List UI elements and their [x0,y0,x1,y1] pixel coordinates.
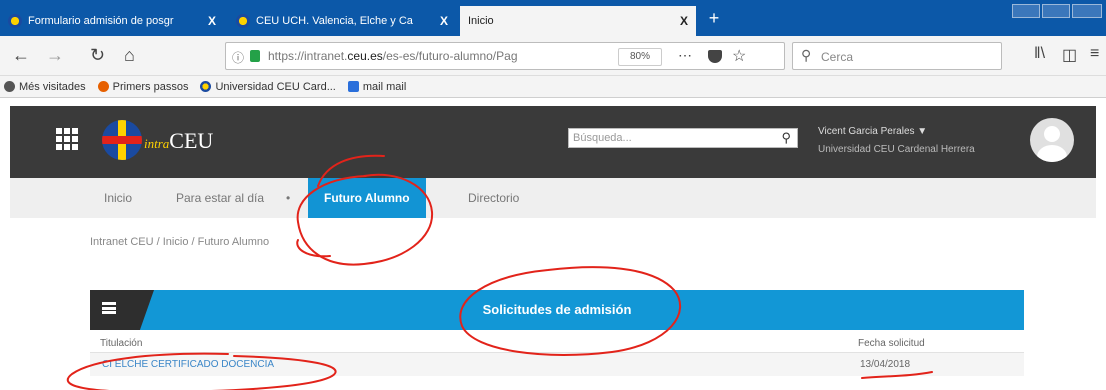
tab-close-button[interactable]: X [208,14,216,28]
reload-icon[interactable]: ↻ [90,46,105,64]
tab-label: Inicio [468,15,494,27]
avatar[interactable] [1030,118,1074,162]
url-prefix: https://intranet. [268,49,348,63]
nav-para-estar-al-dia[interactable]: Para estar al día [176,191,264,205]
table-row: CI ELCHE CERTIFICADO DOCENCIA 13/04/2018 [90,352,1024,376]
ceu-favicon-icon [236,14,250,28]
nav-dropdown-icon[interactable]: • [286,191,290,205]
panel-title: Solicitudes de admisión [482,302,632,317]
column-header-titulacion: Titulación [100,338,143,349]
apps-grid-icon[interactable] [56,128,78,150]
bookmark-label: Primers passos [112,80,189,93]
site-search-input[interactable]: Búsqueda... ⚲ [568,128,798,148]
tab-close-button[interactable]: X [680,14,688,28]
nav-futuro-alumno[interactable]: Futuro Alumno [308,178,426,218]
url-bar[interactable]: ⓘ https://intranet.ceu.es/es-es/futuro-a… [225,42,785,70]
tab-formulario[interactable]: Formulario admisión de posgr X [0,6,224,36]
new-tab-button[interactable]: + [703,8,725,30]
brand-prefix: intra [144,136,170,151]
bookmark-star-icon[interactable]: ☆ [732,46,746,66]
tab-label: CEU UCH. Valencia, Elche y Ca [256,15,413,27]
forward-icon[interactable]: → [46,46,64,64]
tab-inicio[interactable]: Inicio X [460,6,696,36]
site-header: intraCEU Búsqueda... ⚲ Vicent Garcia Per… [10,106,1096,178]
gear-icon [4,81,15,92]
close-window-button[interactable] [1072,4,1102,18]
search-icon: ⚲ [801,47,812,63]
url-domain: ceu.es [347,49,383,63]
user-menu[interactable]: Vicent Garcia Perales ▼ [818,126,927,137]
brand-name: CEU [169,128,214,153]
pocket-icon[interactable] [708,50,722,63]
bookmark-universidad-ceu[interactable]: Universidad CEU Card... [200,80,336,93]
browser-search-input[interactable]: ⚲ Cerca [792,42,1002,70]
home-icon[interactable]: ⌂ [124,46,135,64]
zoom-level[interactable]: 80% [618,48,662,66]
annotation-circle-breadcrumb [296,239,331,258]
minimize-window-button[interactable] [1012,4,1040,18]
bookmark-label: Universidad CEU Card... [215,80,336,93]
mail-icon [347,81,359,92]
browser-toolbar: ← → ↻ ⌂ ⓘ https://intranet.ceu.es/es-es/… [0,36,1106,76]
lock-icon [250,50,260,62]
fecha-solicitud-value: 13/04/2018 [860,359,911,370]
browser-tab-bar: Formulario admisión de posgr X CEU UCH. … [0,0,1106,36]
main-nav: Inicio Para estar al día • Futuro Alumno… [10,178,1096,218]
bookmark-mes-visitades[interactable]: Més visitades [4,81,86,93]
column-header-fecha: Fecha solicitud [858,338,925,349]
site-search-placeholder: Búsqueda... [573,132,632,144]
maximize-window-button[interactable] [1042,4,1070,18]
ceu-favicon-icon [8,14,22,28]
library-icon[interactable]: ‖\ [1034,45,1045,63]
url-text: https://intranet.ceu.es/es-es/futuro-alu… [268,49,518,63]
site-brand[interactable]: intraCEU [144,128,213,154]
user-organization: Universidad CEU Cardenal Herrera [818,144,975,155]
bookmark-mail[interactable]: mail mail [347,80,407,93]
ceu-logo-icon [200,81,212,92]
search-icon[interactable]: ⚲ [781,130,791,146]
search-placeholder: Cerca [821,50,854,64]
bookmark-label: mail mail [362,80,407,93]
panel-header: Solicitudes de admisión [90,290,1024,330]
breadcrumb[interactable]: Intranet CEU / Inicio / Futuro Alumno [90,236,269,248]
menu-icon[interactable]: ≡ [1090,45,1099,63]
titulacion-link[interactable]: CI ELCHE CERTIFICADO DOCENCIA [102,359,274,370]
nav-inicio[interactable]: Inicio [104,191,132,205]
page-actions-icon[interactable]: ⋯ [678,47,693,64]
admission-requests-panel: Solicitudes de admisión Titulación Fecha… [90,290,1024,390]
firefox-icon [97,81,109,92]
url-path: /es-es/futuro-alumno/Pag [382,49,518,63]
bookmarks-bar: Més visitades Primers passos Universidad… [0,76,1106,98]
tab-label: Formulario admisión de posgr [28,15,174,27]
info-icon[interactable]: ⓘ [232,49,244,66]
sidebar-icon[interactable]: ◫ [1062,45,1077,65]
bookmark-primers-passos[interactable]: Primers passos [97,80,189,93]
intraceu-logo-icon[interactable] [102,120,142,160]
tab-ceu-uch[interactable]: CEU UCH. Valencia, Elche y Ca X [228,6,456,36]
back-icon[interactable]: ← [12,46,30,64]
bookmark-label: Més visitades [19,80,86,93]
nav-directorio[interactable]: Directorio [468,191,519,205]
tab-close-button[interactable]: X [440,14,448,28]
